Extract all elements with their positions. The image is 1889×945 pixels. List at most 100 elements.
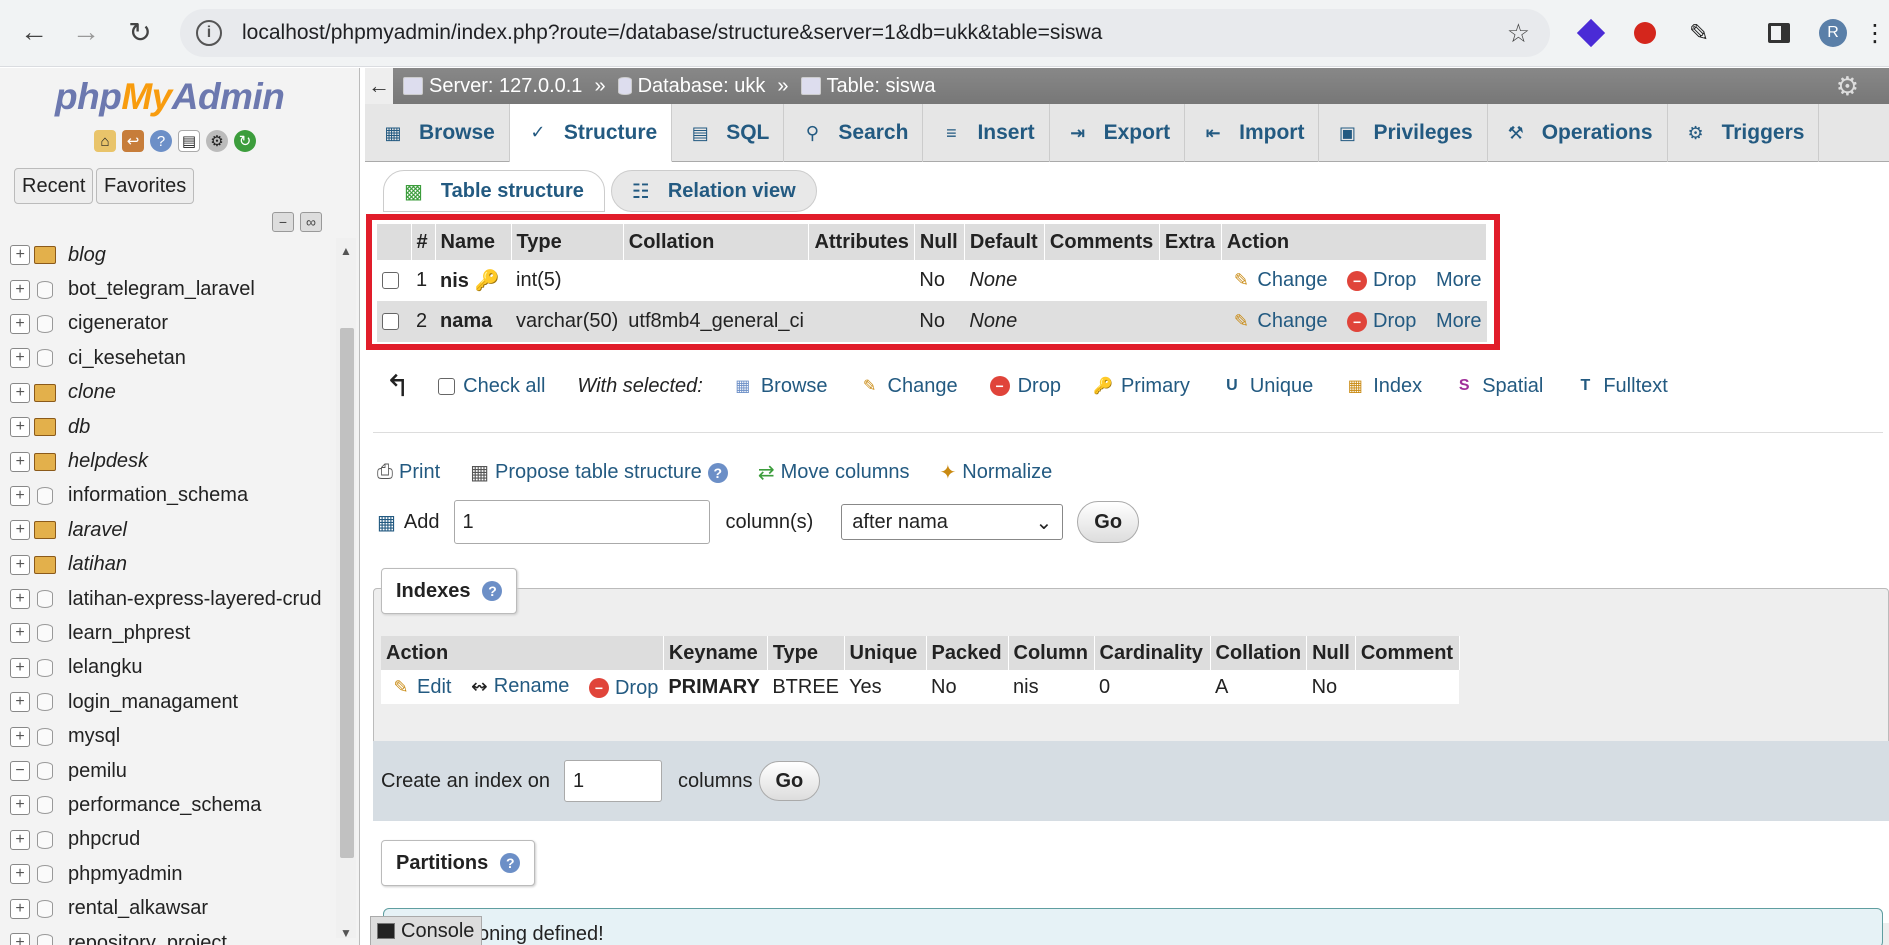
normalize-link[interactable]: ✦ Normalize bbox=[940, 460, 1053, 485]
check-all-checkbox[interactable] bbox=[438, 377, 456, 395]
home-icon[interactable]: ⌂ bbox=[94, 130, 116, 152]
sidebar-item-learn_phprest[interactable]: + learn_phprest bbox=[10, 616, 330, 650]
extensions-puzzle-icon[interactable]: ✎ bbox=[1682, 16, 1716, 50]
tab-export[interactable]: ⇥ Export bbox=[1050, 104, 1186, 162]
sidebar-item-lelangku[interactable]: + lelangku bbox=[10, 651, 330, 685]
more-dropdown[interactable]: More bbox=[1436, 310, 1482, 333]
expand-icon[interactable]: + bbox=[10, 829, 30, 850]
breadcrumb-server[interactable]: Server: 127.0.0.1 bbox=[403, 75, 582, 98]
scroll-up-arrow-icon[interactable]: ▲ bbox=[340, 244, 352, 258]
breadcrumb-database[interactable]: Database: ukk bbox=[617, 75, 765, 98]
collapse-icon[interactable]: − bbox=[10, 761, 30, 782]
sidebar-item-rental_alkawsar[interactable]: + rental_alkawsar bbox=[10, 891, 330, 925]
expand-icon[interactable]: + bbox=[10, 348, 30, 369]
move-columns-link[interactable]: ⇄ Move columns bbox=[758, 460, 910, 485]
page-settings-gear-icon[interactable]: ⚙ bbox=[1836, 71, 1859, 102]
change-link[interactable]: ✎ Change bbox=[1231, 310, 1328, 333]
expand-icon[interactable]: + bbox=[10, 520, 30, 541]
drop-link[interactable]: − Drop bbox=[1347, 269, 1416, 292]
help-icon[interactable]: ? bbox=[500, 853, 521, 873]
console-button[interactable]: Console bbox=[370, 916, 482, 945]
bulk-fulltext-button[interactable]: T Fulltext bbox=[1575, 375, 1667, 398]
sidebar-item-bot_telegram_laravel[interactable]: + bot_telegram_laravel bbox=[10, 272, 330, 306]
sidebar-item-latihan-express-layered-crud[interactable]: + latihan-express-layered-crud bbox=[10, 582, 330, 616]
drop-link[interactable]: − Drop bbox=[1347, 310, 1416, 333]
change-link[interactable]: ✎ Change bbox=[1231, 269, 1328, 292]
tab-operations[interactable]: ⚒ Operations bbox=[1488, 104, 1668, 162]
sidebar-scroll-thumb[interactable] bbox=[340, 328, 354, 858]
expand-icon[interactable]: + bbox=[10, 245, 30, 266]
menu-kebab-icon[interactable]: ⋮ bbox=[1858, 16, 1889, 50]
expand-icon[interactable]: + bbox=[10, 589, 30, 610]
rename-index-link[interactable]: ↭ Rename bbox=[471, 674, 569, 699]
collapse-sidebar-icon[interactable]: ← bbox=[365, 68, 393, 104]
bookmark-star-icon[interactable]: ☆ bbox=[1507, 18, 1530, 49]
expand-icon[interactable]: + bbox=[10, 279, 30, 300]
more-dropdown[interactable]: More bbox=[1436, 269, 1482, 292]
sidebar-item-helpdesk[interactable]: + helpdesk bbox=[10, 444, 330, 478]
bulk-spatial-button[interactable]: S Spatial bbox=[1454, 375, 1544, 398]
sidebar-item-cigenerator[interactable]: + cigenerator bbox=[10, 307, 330, 341]
tab-import[interactable]: ⇤ Import bbox=[1185, 104, 1320, 162]
sidebar-item-blog[interactable]: + blog bbox=[10, 238, 330, 272]
help-icon[interactable]: ? bbox=[482, 581, 503, 601]
bulk-index-button[interactable]: ▦ Index bbox=[1345, 375, 1423, 398]
scroll-down-arrow-icon[interactable]: ▼ bbox=[340, 926, 352, 940]
create-index-go-button[interactable]: Go bbox=[758, 761, 821, 801]
expand-icon[interactable]: + bbox=[10, 485, 30, 506]
link-with-main-icon[interactable]: ∞ bbox=[300, 212, 322, 232]
expand-icon[interactable]: + bbox=[10, 898, 30, 919]
expand-icon[interactable]: + bbox=[10, 451, 30, 472]
expand-icon[interactable]: + bbox=[10, 417, 30, 438]
column-position-select[interactable]: after nama ⌄ bbox=[841, 504, 1064, 540]
sidebar-item-phpmyadmin[interactable]: + phpmyadmin bbox=[10, 857, 330, 891]
sidebar-item-db[interactable]: + db bbox=[10, 410, 330, 444]
print-link[interactable]: ⎙ Print bbox=[377, 461, 440, 484]
phpmyadmin-logo[interactable]: phpMyAdmin bbox=[55, 76, 285, 118]
expand-icon[interactable]: + bbox=[10, 313, 30, 334]
documentation-icon[interactable]: ▤ bbox=[178, 130, 200, 152]
extension-diamond-icon[interactable] bbox=[1574, 16, 1608, 50]
reload-navigation-icon[interactable]: ↻ bbox=[234, 130, 256, 152]
tab-search[interactable]: ⚲ Search bbox=[784, 104, 924, 162]
breadcrumb-table[interactable]: Table: siswa bbox=[800, 75, 935, 98]
bulk-change-button[interactable]: ✎ Change bbox=[860, 375, 958, 398]
bulk-unique-button[interactable]: U Unique bbox=[1222, 375, 1313, 398]
tab-sql[interactable]: ▤ SQL bbox=[672, 104, 785, 162]
sidebar-item-repository_project[interactable]: + repository_project bbox=[10, 926, 330, 945]
row-checkbox[interactable] bbox=[382, 313, 399, 331]
subtab-table-structure[interactable]: ▩ Table structure bbox=[383, 170, 605, 212]
favorites-button[interactable]: Favorites bbox=[96, 168, 195, 204]
expand-icon[interactable]: + bbox=[10, 933, 30, 945]
add-columns-go-button[interactable]: Go bbox=[1077, 501, 1140, 543]
add-columns-count-input[interactable]: 1 bbox=[453, 500, 710, 544]
create-index-columns-input[interactable]: 1 bbox=[564, 760, 663, 802]
tab-insert[interactable]: ≡ Insert bbox=[923, 104, 1050, 162]
check-all[interactable]: Check all bbox=[438, 375, 545, 398]
logout-icon[interactable]: ↩ bbox=[122, 130, 144, 152]
edit-index-link[interactable]: ✎ Edit bbox=[391, 676, 451, 699]
sidebar-item-pemilu[interactable]: − pemilu bbox=[10, 754, 330, 788]
site-info-icon[interactable]: i bbox=[196, 20, 222, 46]
sidebar-item-login_managament[interactable]: + login_managament bbox=[10, 685, 330, 719]
sidebar-item-performance_schema[interactable]: + performance_schema bbox=[10, 788, 330, 822]
expand-icon[interactable]: + bbox=[10, 657, 30, 678]
expand-icon[interactable]: + bbox=[10, 864, 30, 885]
expand-icon[interactable]: + bbox=[10, 554, 30, 575]
tab-structure[interactable]: ✓ Structure bbox=[509, 104, 673, 162]
expand-icon[interactable]: + bbox=[10, 382, 30, 403]
help-icon[interactable]: ? bbox=[707, 462, 728, 483]
forward-arrow-icon[interactable]: → bbox=[68, 14, 104, 50]
profile-avatar[interactable]: R bbox=[1816, 16, 1850, 50]
tab-privileges[interactable]: ▣ Privileges bbox=[1319, 104, 1488, 162]
expand-icon[interactable]: + bbox=[10, 623, 30, 644]
bulk-primary-button[interactable]: 🔑 Primary bbox=[1093, 375, 1190, 398]
sidebar-item-phpcrud[interactable]: + phpcrud bbox=[10, 823, 330, 857]
tab-triggers[interactable]: ⚙ Triggers bbox=[1668, 104, 1820, 162]
back-arrow-icon[interactable]: ← bbox=[16, 14, 52, 50]
extension-tomato-icon[interactable] bbox=[1628, 16, 1662, 50]
sidebar-item-clone[interactable]: + clone bbox=[10, 376, 330, 410]
propose-table-structure-link[interactable]: ▦ Propose table structure? bbox=[470, 460, 728, 485]
address-bar[interactable]: i localhost/phpmyadmin/index.php?route=/… bbox=[180, 9, 1550, 57]
reload-icon[interactable]: ↻ bbox=[122, 14, 158, 50]
